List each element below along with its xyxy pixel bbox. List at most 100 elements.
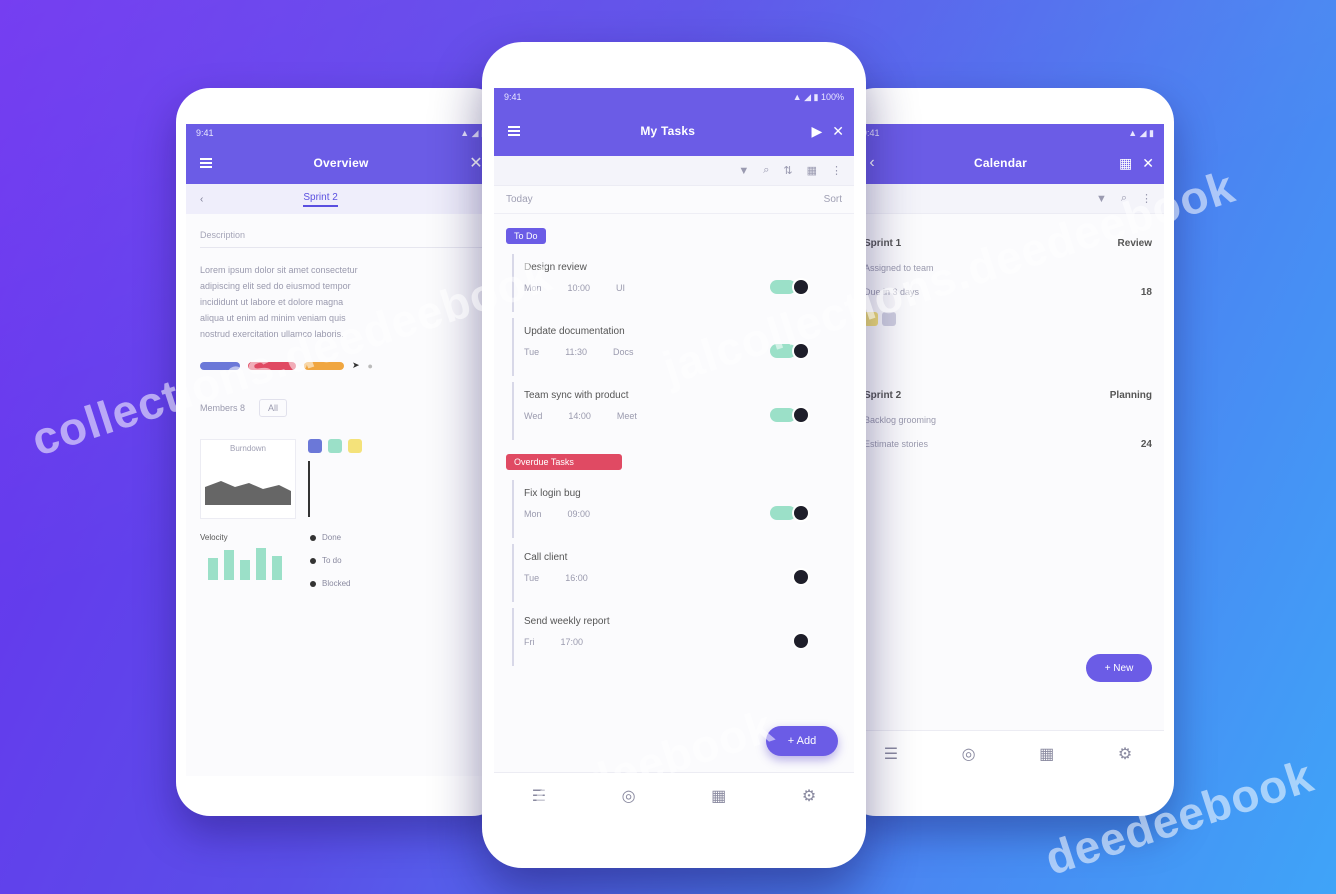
add-task-button[interactable]: + Add	[766, 726, 838, 756]
subhead-left: Today	[506, 194, 533, 205]
block-side: Review	[1117, 238, 1152, 249]
tab-active[interactable]: Sprint 2	[303, 192, 338, 207]
task-time: 16:00	[565, 573, 588, 583]
legend-label: Blocked	[322, 579, 351, 588]
legend-dot	[310, 534, 316, 541]
bottom-nav: ☰ ◎ ▦ ⚙	[852, 730, 1164, 776]
nav-home-icon[interactable]: ◎	[622, 786, 636, 806]
app-bar: ‹ Calendar ▦ ✕	[852, 142, 1164, 184]
swatch	[328, 439, 342, 453]
legend-item: Done	[310, 533, 350, 542]
close-icon[interactable]: ✕	[832, 123, 844, 140]
avatar	[792, 278, 810, 296]
block-header: Sprint 2 Planning	[864, 390, 1152, 401]
back-icon[interactable]: ‹	[200, 194, 203, 205]
description-field[interactable]: Description	[200, 226, 482, 248]
burndown-sparkline	[205, 481, 291, 505]
nav-settings-icon[interactable]: ⚙	[1118, 744, 1132, 764]
new-button[interactable]: + New	[1086, 654, 1152, 682]
dot-icon: ●	[367, 360, 373, 371]
block-header: Sprint 1 Review	[864, 238, 1152, 249]
block-line: Backlog grooming	[864, 415, 1152, 425]
play-icon[interactable]: ▶	[811, 123, 822, 140]
filter-icon[interactable]: ▼	[738, 165, 749, 177]
text-line: adipiscing elit sed do eiusmod tempor	[200, 281, 351, 291]
menu-icon[interactable]	[504, 121, 524, 141]
task-time: 11:30	[565, 347, 588, 357]
task-time: 14:00	[568, 411, 591, 421]
swatch	[348, 439, 362, 453]
right-screen: 9:41 ▲ ◢ ▮ ‹ Calendar ▦ ✕ ▼ ⌕ ⋮ Sprint 1…	[852, 124, 1164, 776]
block-title: Sprint 1	[864, 238, 902, 249]
legend: Done To do Blocked	[310, 533, 350, 602]
nav-settings-icon[interactable]: ⚙	[802, 786, 816, 806]
block-line: Due in 3 days 18	[864, 287, 1152, 298]
task-item[interactable]: Send weekly report Fri 17:00	[512, 608, 842, 666]
calendar-icon[interactable]: ▦	[1119, 155, 1132, 172]
menu-icon[interactable]	[196, 153, 216, 173]
tab-bar: ‹ Sprint 2	[186, 184, 496, 214]
right-phone: 9:41 ▲ ◢ ▮ ‹ Calendar ▦ ✕ ▼ ⌕ ⋮ Sprint 1…	[842, 88, 1174, 816]
color-legend	[308, 439, 388, 519]
task-item[interactable]: Update documentation Tue 11:30 Docs	[512, 318, 842, 376]
status-bar: 9:41 ▲ ◢ ▮	[186, 124, 496, 142]
left-screen: 9:41 ▲ ◢ ▮ Overview ✕ ‹ Sprint 2 Descrip…	[186, 124, 496, 776]
app-actions: ▦ ✕	[1119, 155, 1154, 172]
task-name: Fix login bug	[524, 488, 581, 499]
arrow-icon[interactable]: ➤	[352, 360, 360, 371]
task-item[interactable]: Design review Mon 10:00 UI	[512, 254, 842, 312]
tile-row	[864, 312, 1152, 326]
task-name: Send weekly report	[524, 616, 610, 627]
status-bar: 9:41 ▲ ◢ ▮	[852, 124, 1164, 142]
bottom-charts: Velocity Done To do Blocked	[200, 533, 482, 602]
section-chip-overdue: Overdue Tasks	[506, 454, 622, 470]
status-bar: 9:41 ▲ ◢ ▮ 100%	[494, 88, 854, 106]
text-line: Lorem ipsum dolor sit amet consectetur	[200, 265, 358, 275]
progress-segment	[304, 361, 344, 370]
nav-home-icon[interactable]: ◎	[962, 744, 976, 764]
search-icon[interactable]: ⌕	[763, 164, 769, 177]
section-chip-todo: To Do	[506, 228, 546, 244]
legend-dot	[310, 580, 316, 587]
task-date: Mon	[524, 509, 542, 519]
app-title: Calendar	[974, 156, 1027, 170]
legend-item: To do	[310, 556, 350, 565]
text-line: incididunt ut labore et dolore magna	[200, 297, 344, 307]
filter-icon[interactable]: ▼	[1096, 193, 1107, 205]
task-item[interactable]: Fix login bug Mon 09:00	[512, 480, 842, 538]
line-text: Due in 3 days	[864, 287, 920, 297]
list-subhead: Today Sort	[494, 186, 854, 214]
swatch	[308, 439, 322, 453]
nav-grid-icon[interactable]: ▦	[711, 786, 726, 806]
legend-item: Blocked	[310, 579, 350, 588]
task-tag: Docs	[613, 347, 634, 357]
more-icon[interactable]: ⋮	[831, 164, 842, 177]
center-phone: 9:41 ▲ ◢ ▮ 100% My Tasks ▶ ✕ ▼ ⌕ ⇅ ▦ ⋮ T…	[482, 42, 866, 868]
nav-list-icon[interactable]: ☰	[532, 786, 546, 806]
app-title: Overview	[313, 156, 369, 170]
velocity-card: Velocity	[200, 533, 290, 602]
block-title: Sprint 2	[864, 390, 902, 401]
calendar-icon[interactable]: ▦	[807, 164, 817, 177]
task-date: Tue	[524, 573, 540, 583]
task-item[interactable]: Team sync with product Wed 14:00 Meet	[512, 382, 842, 440]
divider	[308, 461, 310, 517]
search-icon[interactable]: ⌕	[1121, 192, 1127, 205]
task-date: Mon	[524, 283, 542, 293]
avatar	[792, 406, 810, 424]
nav-grid-icon[interactable]: ▦	[1039, 744, 1054, 764]
close-icon[interactable]: ✕	[1142, 155, 1154, 172]
block-line: Assigned to team	[864, 263, 1152, 273]
burndown-card: Burndown	[200, 439, 296, 519]
nav-list-icon[interactable]: ☰	[884, 744, 898, 764]
task-tag: Meet	[616, 411, 637, 421]
filter-select[interactable]: All	[259, 399, 288, 417]
progress-segment	[200, 361, 240, 370]
toolbar: ▼ ⌕ ⇅ ▦ ⋮	[494, 156, 854, 186]
block-value: 24	[1140, 439, 1152, 450]
sort-icon[interactable]: ⇅	[783, 164, 792, 177]
line-text: Backlog grooming	[864, 415, 937, 425]
more-icon[interactable]: ⋮	[1141, 192, 1152, 205]
subhead-right[interactable]: Sort	[824, 194, 842, 205]
task-item[interactable]: Call client Tue 16:00	[512, 544, 842, 602]
